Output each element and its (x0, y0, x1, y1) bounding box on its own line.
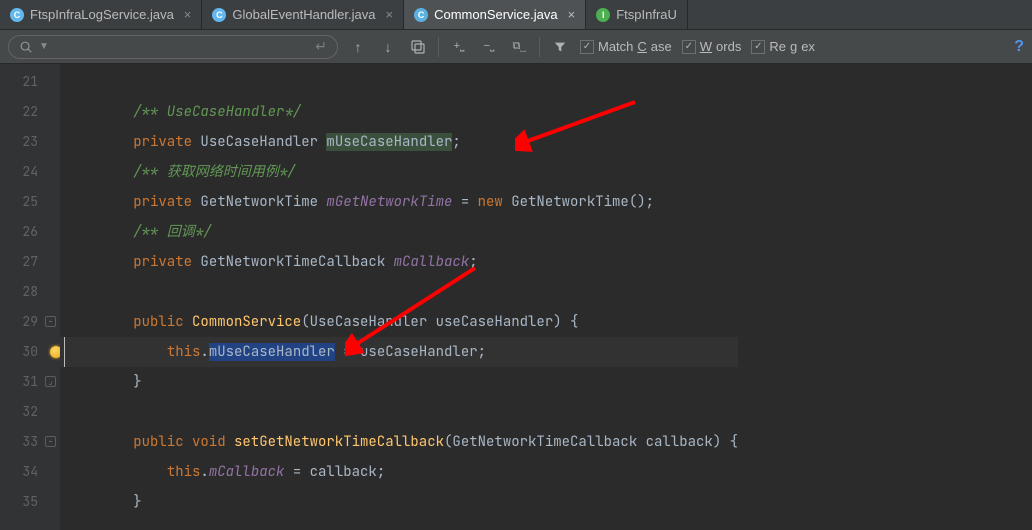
code-line (60, 277, 738, 307)
code-area[interactable]: /** UseCaseHandler*/ private UseCaseHand… (60, 64, 738, 530)
search-icon (19, 40, 33, 54)
tab-label: GlobalEventHandler.java (232, 7, 375, 22)
match-case-checkbox[interactable]: ✓Match Case (580, 39, 672, 54)
editor-tabs: C FtspInfraLogService.java × C GlobalEve… (0, 0, 1032, 30)
line-number: 28 (0, 277, 60, 307)
add-selection-icon[interactable]: +⎵ (449, 37, 469, 57)
enter-icon: ↵ (315, 38, 327, 55)
line-number: 30 (0, 337, 60, 367)
tab-label: FtspInfraU (616, 7, 677, 22)
regex-checkbox[interactable]: ✓Regex (751, 39, 815, 54)
gutter: 21 22 23 24 25 26 27 28 29− 30 31⌟ 32 33… (0, 64, 60, 530)
close-icon[interactable]: × (184, 7, 192, 22)
fold-minus-icon[interactable]: − (45, 316, 56, 327)
filter-icon[interactable] (550, 37, 570, 57)
tab-file-0[interactable]: C FtspInfraLogService.java × (0, 0, 202, 29)
line-number: 25 (0, 187, 60, 217)
tab-file-1[interactable]: C GlobalEventHandler.java × (202, 0, 404, 29)
code-line: this.mUseCaseHandler = useCaseHandler; (60, 337, 738, 367)
code-line: public CommonService(UseCaseHandler useC… (60, 307, 738, 337)
select-all-icon[interactable] (408, 37, 428, 57)
code-line: /** 获取网络时间用例*/ (60, 157, 738, 187)
line-number: 22 (0, 97, 60, 127)
line-number: 32 (0, 397, 60, 427)
next-occurrence-icon[interactable]: ↓ (378, 37, 398, 57)
words-checkbox[interactable]: ✓Words (682, 39, 742, 54)
code-line: private GetNetworkTime mGetNetworkTime =… (60, 187, 738, 217)
prev-occurrence-icon[interactable]: ↑ (348, 37, 368, 57)
class-icon: C (414, 8, 428, 22)
code-line (60, 67, 738, 97)
close-icon[interactable]: × (385, 7, 393, 22)
code-line: } (60, 487, 738, 517)
select-all-occurrences-icon[interactable]: ⧉⎵ (509, 37, 529, 57)
help-icon[interactable]: ? (1014, 38, 1024, 56)
line-number: 33− (0, 427, 60, 457)
remove-selection-icon[interactable]: −⎵ (479, 37, 499, 57)
interface-icon: I (596, 8, 610, 22)
chk-label: ex (801, 39, 815, 54)
line-number: 27 (0, 247, 60, 277)
code-line: } (60, 367, 738, 397)
code-line: /** UseCaseHandler*/ (60, 97, 738, 127)
line-number: 29− (0, 307, 60, 337)
code-line: /** 回调*/ (60, 217, 738, 247)
class-icon: C (10, 8, 24, 22)
line-number: 26 (0, 217, 60, 247)
line-number: 23 (0, 127, 60, 157)
dropdown-icon[interactable]: ▼ (39, 41, 49, 52)
tab-label: FtspInfraLogService.java (30, 7, 174, 22)
line-number: 24 (0, 157, 60, 187)
chk-label: Match (598, 39, 633, 54)
line-number: 21 (0, 67, 60, 97)
code-line: private UseCaseHandler mUseCaseHandler; (60, 127, 738, 157)
code-editor[interactable]: 21 22 23 24 25 26 27 28 29− 30 31⌟ 32 33… (0, 64, 1032, 530)
separator (539, 37, 540, 57)
close-icon[interactable]: × (568, 7, 576, 22)
line-number: 31⌟ (0, 367, 60, 397)
line-number: 34 (0, 457, 60, 487)
line-number: 35 (0, 487, 60, 517)
code-line: public void setGetNetworkTimeCallback(Ge… (60, 427, 738, 457)
separator (438, 37, 439, 57)
chk-label: ords (716, 39, 741, 54)
code-line: private GetNetworkTimeCallback mCallback… (60, 247, 738, 277)
tab-file-2[interactable]: C CommonService.java × (404, 0, 586, 29)
tab-label: CommonService.java (434, 7, 558, 22)
code-line: this.mCallback = callback; (60, 457, 738, 487)
find-toolbar: ▼ ↵ ↑ ↓ +⎵ −⎵ ⧉⎵ ✓Match Case ✓Words ✓Reg… (0, 30, 1032, 64)
code-line (60, 397, 738, 427)
search-input[interactable]: ▼ ↵ (8, 35, 338, 59)
fold-minus-icon[interactable]: − (45, 436, 56, 447)
class-icon: C (212, 8, 226, 22)
tab-file-3[interactable]: I FtspInfraU (586, 0, 688, 29)
caret (64, 337, 65, 367)
fold-end-icon[interactable]: ⌟ (45, 376, 56, 387)
